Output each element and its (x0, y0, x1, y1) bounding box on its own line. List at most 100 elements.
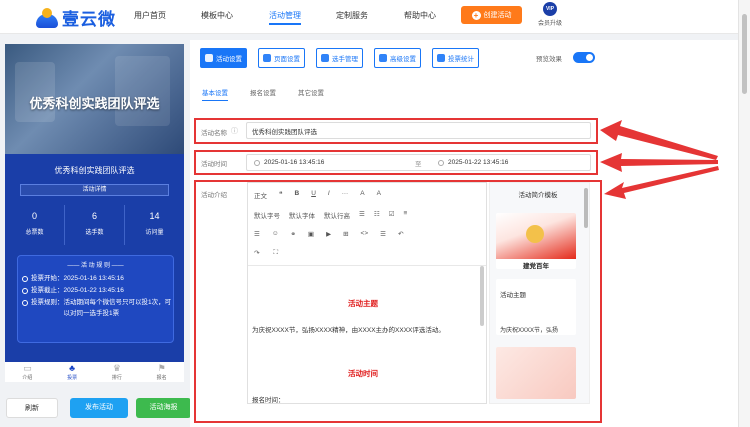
intro-template-panel: 活动简介模板 建党百年 活动主题 为庆祝XXXX节，弘扬 (489, 182, 590, 404)
rich-text-editor[interactable]: 正文 ❝ B U I ··· A A 默认字号 默认字体 默认行高 ☰ ☷ ☑ … (247, 182, 487, 404)
code-icon[interactable]: <> (361, 230, 369, 238)
template-card-party[interactable]: 建党百年 (496, 213, 576, 269)
template-card-title: 活动主题 (500, 292, 526, 299)
template-card-theme[interactable]: 活动主题 为庆祝XXXX节，弘扬 (496, 279, 576, 335)
end-time-input[interactable]: 2025-01-22 13:45:16 (433, 155, 583, 170)
advanced-settings-button[interactable]: 高级设置 (374, 48, 421, 68)
video-icon[interactable]: ▶ (326, 230, 331, 238)
stat-total-votes: 0 总票数 (5, 205, 65, 245)
template-scrollbar[interactable] (584, 188, 588, 228)
nav-help-center[interactable]: 帮助中心 (404, 0, 436, 34)
divider-icon[interactable]: ☰ (380, 230, 386, 238)
activity-poster-button[interactable]: 活动海报 (136, 398, 191, 418)
stat-contestants: 6 选手数 (65, 205, 125, 245)
book-icon: ▭ (23, 363, 32, 373)
banner-figure-right (115, 56, 170, 126)
activity-time-label: 活动时间 (201, 161, 227, 168)
vip-upgrade[interactable]: VIP 会员升级 (534, 2, 566, 27)
fullscreen-icon[interactable]: ⛶ (273, 249, 278, 257)
indent-icon[interactable]: ☰ (254, 230, 260, 238)
stat-label: 访问量 (145, 230, 164, 236)
line-height-select[interactable]: 默认行高 (324, 210, 350, 220)
rules-box: —— 活 动 规 则 —— 投票开始： 2025-01-16 13:45:16 … (17, 255, 174, 343)
vote-statistics-button[interactable]: 投票统计 (432, 48, 479, 68)
rule-text: 2025-01-16 13:45:16 (63, 275, 124, 282)
create-activity-label: 创建活动 (483, 12, 512, 19)
italic-icon[interactable]: I (328, 190, 330, 200)
subtab-other[interactable]: 其它设置 (298, 87, 324, 101)
template-caption: 建党百年 (523, 263, 549, 269)
tab-intro[interactable]: ▭ 介绍 (5, 362, 50, 382)
underline-icon[interactable]: U (311, 190, 316, 200)
tab-vote[interactable]: ♣ 投票 (50, 362, 95, 382)
create-activity-button[interactable]: + 创建活动 (461, 6, 522, 24)
start-time-input[interactable]: 2025-01-16 13:45:16 (249, 155, 399, 170)
nav-template-center[interactable]: 模板中心 (201, 0, 233, 34)
button-label: 页面设置 (274, 56, 300, 63)
rule-vote-end: 投票截止： 2025-01-22 13:45:16 (18, 285, 173, 297)
clock-icon (22, 276, 28, 282)
paragraph-style-select[interactable]: 正文 (254, 190, 267, 200)
editor-toolbar-row-3: ☰ ☺ ⚭ ▣ ▶ ⊞ <> ☰ ↶ (254, 230, 403, 238)
align-icon[interactable]: ≡ (403, 210, 407, 220)
contestant-management-button[interactable]: 选手管理 (316, 48, 363, 68)
brand-name: 壹云微 (62, 10, 116, 29)
rule-text: 活动期间每个微信号只可以投1次，可以对同一选手投1票 (63, 299, 172, 317)
subtab-basic[interactable]: 基本设置 (202, 87, 228, 101)
font-size-select[interactable]: 默认字号 (254, 210, 280, 220)
publish-activity-button[interactable]: 发布活动 (70, 398, 128, 418)
tab-label: 排行 (111, 375, 122, 381)
subtab-signup[interactable]: 报名设置 (250, 87, 276, 101)
rule-text: 2025-01-22 13:45:16 (63, 287, 124, 294)
editor-toolbar-row-1: 正文 ❝ B U I ··· A A (254, 190, 381, 200)
nav-custom-service[interactable]: 定制服务 (336, 0, 368, 34)
clock-icon (254, 159, 260, 166)
page-scrollbar[interactable] (738, 0, 750, 427)
image-icon[interactable]: ▣ (308, 230, 314, 238)
editor-scrollbar[interactable] (480, 266, 484, 326)
font-family-select[interactable]: 默认字体 (289, 210, 315, 220)
page-scrollbar-thumb[interactable] (742, 14, 747, 94)
activity-settings-button[interactable]: 活动设置 (200, 48, 247, 68)
undo-icon[interactable]: ↶ (398, 230, 403, 238)
numbered-list-icon[interactable]: ☷ (374, 210, 380, 220)
table-icon[interactable]: ⊞ (343, 230, 348, 238)
page-settings-button[interactable]: 页面设置 (258, 48, 305, 68)
brand-logo[interactable]: 壹云微 (36, 5, 116, 30)
emoji-icon[interactable]: ☺ (272, 230, 279, 238)
stat-label: 选手数 (85, 230, 104, 236)
content-paragraph-theme: 为庆祝XXXX节，弘扬XXXX精神，由XXXX主办的XXXX评选活动。 (252, 327, 445, 334)
font-color-icon[interactable]: A (360, 190, 364, 200)
tab-ranking[interactable]: ♛ 排行 (95, 362, 140, 382)
link-icon[interactable]: ⚭ (290, 230, 295, 238)
more-icon[interactable]: ··· (342, 190, 349, 200)
flag-icon: ⚑ (157, 363, 166, 373)
editor-content[interactable]: 活动主题 为庆祝XXXX节，弘扬XXXX精神，由XXXX主办的XXXX评选活动。… (248, 265, 486, 404)
stat-label: 总票数 (25, 230, 44, 236)
bullet-list-icon[interactable]: ☰ (359, 210, 365, 220)
users-icon (321, 54, 329, 62)
activity-detail-button[interactable]: 活动详情 (20, 184, 169, 196)
refresh-button[interactable]: 刷新 (6, 398, 58, 418)
stat-value: 14 (149, 211, 160, 221)
button-label: 选手管理 (332, 56, 358, 63)
app-root: { "brand": { "name": "壹云微" }, "nav": [ {… (0, 0, 750, 427)
template-card-text: 为庆祝XXXX节，弘扬 (500, 328, 559, 334)
bold-icon[interactable]: B (295, 190, 300, 200)
background-color-icon[interactable]: A (377, 190, 381, 200)
vote-icon: ♣ (69, 363, 76, 373)
gear-icon (205, 54, 213, 62)
redo-icon[interactable]: ↷ (254, 249, 259, 257)
activity-name-input[interactable]: 优秀科创实践团队评选 (246, 122, 591, 139)
tab-label: 投票 (67, 375, 78, 381)
nav-activity-management[interactable]: 活动管理 (269, 0, 301, 34)
preview-toggle-switch[interactable] (573, 52, 595, 63)
quote-icon[interactable]: ❝ (279, 190, 283, 200)
nav-user-home[interactable]: 用户首页 (134, 0, 166, 34)
tab-signup[interactable]: ⚑ 报名 (139, 362, 184, 382)
template-card-pink[interactable] (496, 347, 576, 399)
stat-value: 0 (31, 211, 37, 221)
todo-icon[interactable]: ☑ (389, 210, 395, 220)
sliders-icon (379, 54, 387, 62)
annotation-arrows (600, 120, 719, 199)
